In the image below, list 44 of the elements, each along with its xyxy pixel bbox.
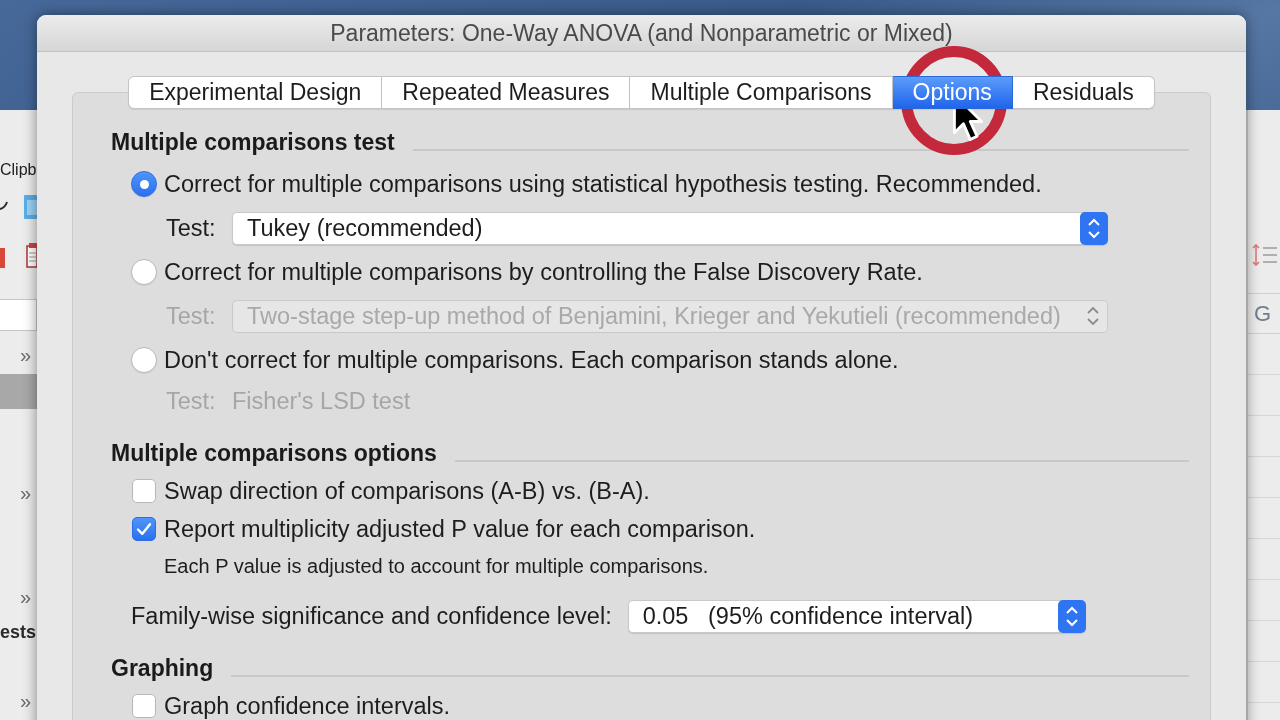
expand-toggle[interactable]: » bbox=[0, 483, 37, 503]
radio-button[interactable] bbox=[131, 347, 157, 373]
section-heading: Graphing bbox=[111, 654, 214, 682]
checkbox-label: Report multiplicity adjusted P value for each comparison. bbox=[164, 515, 756, 543]
checkmark-icon bbox=[136, 522, 152, 536]
dropdown[interactable]: 0.05 (95% confidence interval) bbox=[627, 599, 1086, 633]
stepper-icon bbox=[1080, 211, 1108, 245]
column-header[interactable]: G bbox=[1254, 300, 1272, 327]
toolbar-label: Clipb bbox=[0, 160, 37, 180]
tab[interactable]: Options bbox=[892, 76, 1013, 109]
expand-toggle[interactable]: » bbox=[0, 587, 37, 607]
radio-label: Correct for multiple comparisons using statistical hypothesis testing. Recommended. bbox=[164, 170, 1042, 198]
stepper-icon bbox=[1057, 599, 1086, 633]
hook-icon[interactable] bbox=[0, 201, 8, 210]
checkbox[interactable] bbox=[132, 517, 156, 541]
tab[interactable]: Experimental Design bbox=[128, 76, 383, 109]
window-title: Parameters: One-Way ANOVA (and Nonparametric or Mixed) bbox=[330, 21, 953, 45]
expand-toggle[interactable]: » bbox=[0, 345, 37, 365]
radio-button[interactable] bbox=[131, 171, 157, 197]
search-field[interactable] bbox=[0, 299, 37, 331]
section-heading: Multiple comparisons options bbox=[111, 439, 437, 467]
dropdown[interactable]: Tukey (recommended) bbox=[232, 211, 1108, 245]
tile-icon[interactable] bbox=[0, 248, 5, 268]
radio-label: Correct for multiple comparisons by controlling the False Discovery Rate. bbox=[164, 258, 923, 286]
expand-toggle[interactable]: » bbox=[0, 691, 37, 711]
document-icon[interactable] bbox=[24, 195, 37, 219]
tab[interactable]: Repeated Measures bbox=[382, 76, 631, 109]
field-label: Family-wise significance and confidence level: bbox=[131, 602, 612, 630]
radio-button[interactable] bbox=[131, 259, 157, 285]
hint-text: Each P value is adjusted to account for multiple comparisons. bbox=[164, 554, 709, 578]
checkbox[interactable] bbox=[132, 479, 156, 503]
navigator-heading[interactable]: ests bbox=[0, 620, 37, 644]
field-label: Test: bbox=[166, 214, 217, 242]
clipboard-icon[interactable] bbox=[26, 242, 37, 268]
sort-icon[interactable] bbox=[1252, 242, 1277, 268]
stepper-icon bbox=[1086, 305, 1100, 327]
checkbox[interactable] bbox=[132, 694, 156, 718]
checkbox-label: Swap direction of comparisons (A-B) vs. (B-A). bbox=[164, 477, 650, 505]
section-heading: Multiple comparisons test bbox=[111, 128, 395, 156]
navigator-row[interactable] bbox=[0, 374, 37, 409]
radio-label: Don't correct for multiple comparisons. Each comparison stands alone. bbox=[164, 346, 899, 374]
checkbox-label: Graph confidence intervals. bbox=[164, 692, 451, 720]
tab[interactable]: Multiple Comparisons bbox=[630, 76, 893, 109]
tab[interactable]: Residuals bbox=[1012, 76, 1155, 109]
